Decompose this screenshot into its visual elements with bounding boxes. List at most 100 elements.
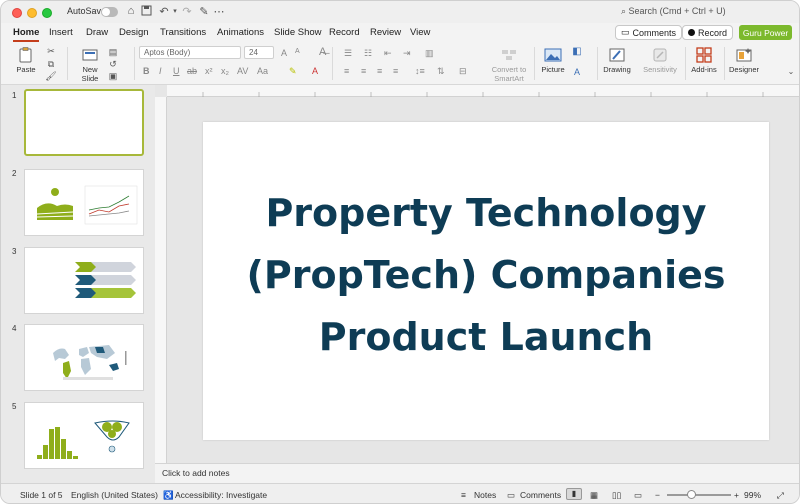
slideshow-view-icon[interactable]: ▭ bbox=[634, 490, 642, 501]
zoom-slider-track[interactable] bbox=[667, 494, 731, 496]
status-bar: Slide 1 of 5 English (United States) ♿ A… bbox=[1, 483, 799, 503]
character-spacing-icon[interactable]: AV bbox=[237, 66, 248, 76]
convert-smartart-button[interactable]: Convert to SmartArt bbox=[489, 47, 529, 83]
slide-thumbnail-1[interactable] bbox=[24, 89, 144, 156]
slide-thumbnail-2[interactable] bbox=[24, 169, 144, 236]
notes-toggle-icon[interactable]: ≡ bbox=[461, 490, 466, 500]
guru-power-button[interactable]: Guru Power bbox=[739, 25, 792, 40]
section-icon[interactable]: ▣ bbox=[107, 71, 119, 82]
zoom-slider-handle[interactable] bbox=[687, 490, 696, 499]
align-right-icon[interactable]: ≡ bbox=[377, 66, 382, 76]
slide-thumbnail-3[interactable] bbox=[24, 247, 144, 314]
columns-icon[interactable]: ▥ bbox=[425, 48, 434, 59]
tab-animations[interactable]: Animations bbox=[217, 27, 264, 38]
autosave-toggle[interactable] bbox=[101, 7, 118, 17]
fit-to-window-icon[interactable]: ⤢ bbox=[777, 490, 784, 501]
close-window-button[interactable] bbox=[12, 8, 22, 18]
reading-view-icon[interactable]: ▯▯ bbox=[612, 490, 621, 501]
paste-button[interactable]: Paste bbox=[15, 47, 37, 74]
notes-placeholder: Click to add notes bbox=[162, 468, 230, 478]
title-bar: AutoSave ⌂ ↶ ▾ ↷ ✎ ⋯ ⌕ Search (Cmd + Ctr… bbox=[1, 1, 799, 23]
minimize-window-button[interactable] bbox=[27, 8, 37, 18]
designer-button[interactable]: Designer bbox=[729, 47, 759, 74]
font-name-select[interactable]: Aptos (Body) bbox=[139, 46, 241, 59]
clear-format-icon[interactable]: A̶ bbox=[319, 46, 326, 58]
align-center-icon[interactable]: ≡ bbox=[361, 66, 366, 76]
search-box[interactable]: ⌕ Search (Cmd + Ctrl + U) bbox=[621, 6, 726, 17]
strikethrough-icon[interactable]: ab bbox=[187, 66, 197, 76]
font-size-select[interactable]: 24 bbox=[244, 46, 274, 59]
align-left-icon[interactable]: ≡ bbox=[344, 66, 349, 76]
line-spacing-icon[interactable]: ↕≡ bbox=[415, 66, 425, 76]
tab-record[interactable]: Record bbox=[329, 27, 360, 38]
format-painter-quick-icon[interactable]: ✎ bbox=[198, 5, 210, 18]
home-icon[interactable]: ⌂ bbox=[125, 5, 137, 17]
record-button[interactable]: Record bbox=[682, 25, 734, 40]
ribbon-home bbox=[1, 43, 799, 85]
save-icon[interactable] bbox=[141, 5, 153, 16]
decrease-indent-icon[interactable]: ⇤ bbox=[384, 48, 392, 59]
increase-font-icon[interactable]: A bbox=[281, 48, 287, 58]
highlight-icon[interactable]: ✎ bbox=[289, 66, 297, 77]
comments-toggle[interactable]: Comments bbox=[520, 490, 561, 500]
comments-button[interactable]: ▭ Comments bbox=[615, 25, 683, 40]
ribbon-collapse-icon[interactable]: ⌄ bbox=[785, 67, 797, 76]
change-case-icon[interactable]: Aa bbox=[257, 66, 268, 76]
zoom-out-icon[interactable]: − bbox=[655, 490, 660, 500]
tab-view[interactable]: View bbox=[410, 27, 430, 38]
superscript-icon[interactable]: x² bbox=[205, 66, 213, 76]
shapes-icon[interactable]: ◧ bbox=[571, 46, 583, 57]
slide-thumbnail-5[interactable] bbox=[24, 402, 144, 469]
numbering-icon[interactable]: ☷ bbox=[364, 48, 372, 59]
current-slide[interactable]: Property Technology (PropTech) Companies… bbox=[203, 122, 769, 440]
textbox-icon[interactable]: A bbox=[571, 67, 583, 77]
tab-draw[interactable]: Draw bbox=[86, 27, 108, 38]
accessibility-status[interactable]: Accessibility: Investigate bbox=[175, 490, 267, 500]
tab-transitions[interactable]: Transitions bbox=[160, 27, 206, 38]
picture-button[interactable]: Picture bbox=[539, 47, 567, 74]
tab-insert[interactable]: Insert bbox=[49, 27, 73, 38]
font-color-icon[interactable]: A bbox=[312, 66, 318, 76]
slide-number: 1 bbox=[12, 91, 17, 100]
zoom-window-button[interactable] bbox=[42, 8, 52, 18]
more-icon[interactable]: ⋯ bbox=[213, 5, 225, 18]
align-text-icon[interactable]: ⊟ bbox=[459, 66, 467, 77]
tab-design[interactable]: Design bbox=[119, 27, 149, 38]
bullets-icon[interactable]: ☰ bbox=[344, 48, 352, 59]
cut-icon[interactable]: ✂ bbox=[45, 46, 57, 57]
comments-toggle-icon[interactable]: ▭ bbox=[507, 490, 515, 501]
subscript-icon[interactable]: x₂ bbox=[221, 66, 229, 76]
normal-view-icon[interactable]: ▮ bbox=[566, 488, 582, 500]
language-indicator[interactable]: English (United States) bbox=[71, 490, 158, 500]
zoom-level[interactable]: 99% bbox=[744, 490, 761, 500]
justify-icon[interactable]: ≡ bbox=[393, 66, 398, 76]
slide-number: 5 bbox=[12, 402, 17, 411]
format-painter-icon[interactable]: 🖌 bbox=[45, 71, 57, 82]
copy-icon[interactable]: ⧉ bbox=[45, 59, 57, 70]
sensitivity-button[interactable]: Sensitivity bbox=[642, 47, 678, 74]
increase-indent-icon[interactable]: ⇥ bbox=[403, 48, 411, 59]
reset-icon[interactable]: ↺ bbox=[107, 59, 119, 70]
slide-sorter-icon[interactable]: ▦ bbox=[590, 490, 598, 501]
add-ins-button[interactable]: Add-ins bbox=[690, 47, 718, 74]
undo-dropdown-icon[interactable]: ▾ bbox=[169, 7, 181, 15]
italic-icon[interactable]: I bbox=[159, 66, 162, 76]
tab-slide-show[interactable]: Slide Show bbox=[274, 27, 322, 38]
new-slide-button[interactable]: New Slide bbox=[77, 47, 103, 83]
slide-title[interactable]: Property Technology (PropTech) Companies… bbox=[203, 182, 769, 368]
slide-number: 3 bbox=[12, 247, 17, 256]
zoom-in-icon[interactable]: + bbox=[734, 490, 739, 500]
tab-home[interactable]: Home bbox=[13, 27, 40, 42]
layout-icon[interactable]: ▤ bbox=[107, 47, 119, 58]
decrease-font-icon[interactable]: A bbox=[295, 48, 300, 55]
designer-icon bbox=[736, 48, 752, 62]
notes-toggle[interactable]: Notes bbox=[474, 490, 496, 500]
tab-review[interactable]: Review bbox=[370, 27, 401, 38]
notes-pane[interactable]: Click to add notes bbox=[155, 463, 799, 483]
underline-icon[interactable]: U bbox=[173, 66, 180, 76]
bold-icon[interactable]: B bbox=[143, 66, 150, 76]
slide-thumbnail-4[interactable] bbox=[24, 324, 144, 391]
drawing-button[interactable]: Drawing bbox=[602, 47, 632, 74]
redo-icon[interactable]: ↷ bbox=[181, 5, 193, 18]
text-direction-icon[interactable]: ⇅ bbox=[437, 66, 445, 77]
